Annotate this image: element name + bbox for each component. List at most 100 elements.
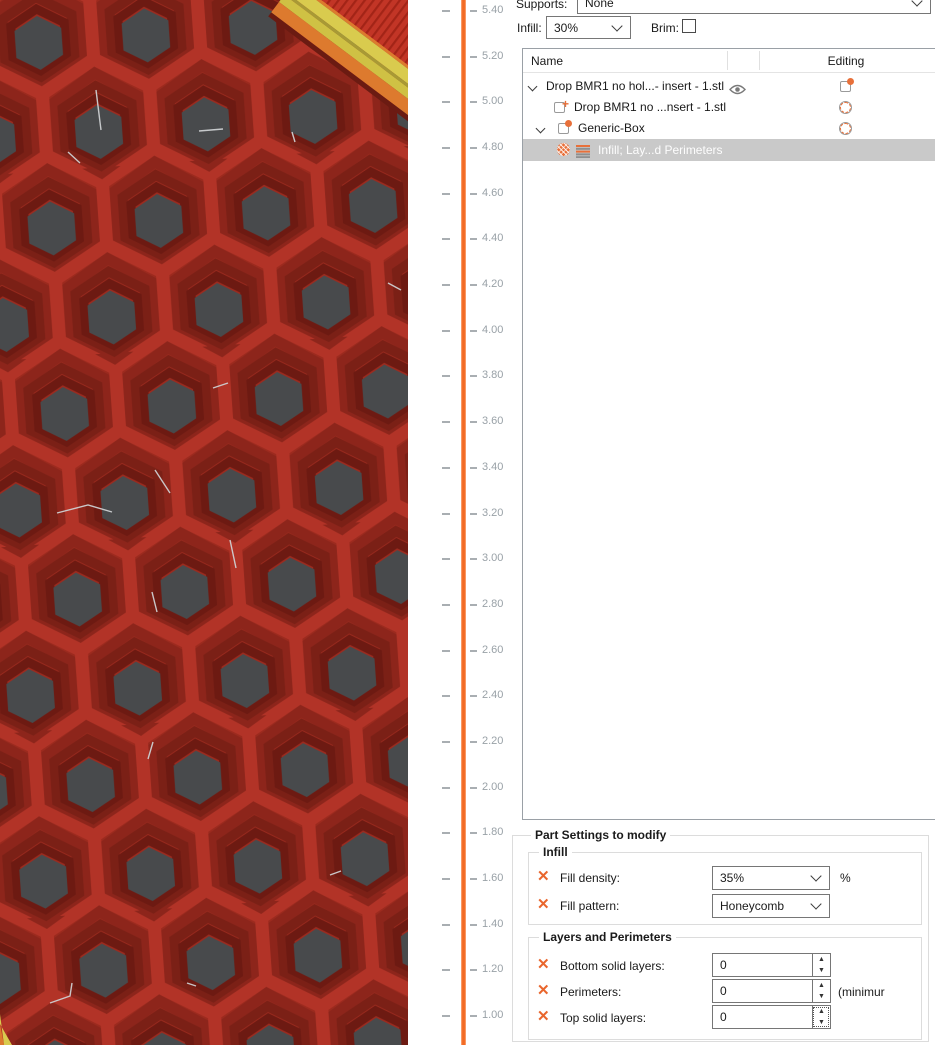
slider-tick[interactable]: 1.20 <box>0 963 510 977</box>
tick-mark-right <box>470 467 477 469</box>
slider-tick[interactable]: 1.40 <box>0 918 510 932</box>
tick-mark-right <box>470 101 477 103</box>
tick-mark-left <box>442 10 450 12</box>
slider-tick[interactable]: 3.60 <box>0 415 510 429</box>
part-settings-title: Part Settings to modify <box>531 828 671 842</box>
tick-label: 5.20 <box>482 50 504 62</box>
supports-label: Supports: <box>516 0 568 11</box>
tick-mark-right <box>470 558 477 560</box>
arrow-up-icon[interactable]: ▲ <box>813 980 830 991</box>
arrow-up-icon[interactable]: ▲ <box>813 1006 830 1017</box>
slider-tick[interactable]: 3.00 <box>0 552 510 566</box>
tick-label: 2.20 <box>482 735 504 747</box>
slider-tick[interactable]: 1.80 <box>0 826 510 840</box>
top-solid-layers-label: Top solid layers: <box>560 1011 647 1025</box>
column-separator <box>727 51 728 70</box>
3d-viewport[interactable] <box>0 0 408 1045</box>
remove-setting-icon[interactable]: ✕ <box>537 869 553 885</box>
name-column-header: Name <box>531 54 564 68</box>
remove-setting-icon[interactable]: ✕ <box>537 957 553 973</box>
stepper-arrows: ▲ ▼ <box>812 1006 830 1028</box>
bottom-solid-layers-label: Bottom solid layers: <box>560 959 665 973</box>
slider-tick[interactable]: 3.80 <box>0 369 510 383</box>
slider-tick[interactable]: 2.80 <box>0 598 510 612</box>
tick-mark-right <box>470 421 477 423</box>
tick-label: 4.80 <box>482 141 504 153</box>
slider-tick[interactable]: 4.80 <box>0 141 510 155</box>
tick-label: 4.20 <box>482 278 504 290</box>
slider-tick[interactable]: 1.00 <box>0 1009 510 1023</box>
tick-mark-right <box>470 284 477 286</box>
infill-dropdown[interactable]: 30% <box>546 16 631 39</box>
tick-label: 3.60 <box>482 415 504 427</box>
slider-tick[interactable]: 2.00 <box>0 781 510 795</box>
tick-label: 3.80 <box>482 369 504 381</box>
slider-tick[interactable]: 4.00 <box>0 324 510 338</box>
tree-row-label: Drop BMR1 no hol...- insert - 1.stl <box>546 79 725 93</box>
tick-label: 5.40 <box>482 4 504 16</box>
tree-row-modifier[interactable]: Generic-Box <box>523 118 935 139</box>
object-settings-icon[interactable] <box>840 78 854 92</box>
fill-density-dropdown[interactable]: 35% <box>712 866 830 890</box>
slider-tick[interactable]: 1.60 <box>0 872 510 886</box>
tree-row-part[interactable]: Drop BMR1 no ...nsert - 1.stl <box>523 94 935 118</box>
gear-icon[interactable] <box>839 101 852 114</box>
arrow-down-icon[interactable]: ▼ <box>813 965 830 976</box>
tick-mark-left <box>442 969 450 971</box>
editing-column-header: Editing <box>827 54 865 68</box>
infill-label: Infill: <box>517 21 542 35</box>
stepper-arrows: ▲ ▼ <box>812 954 830 976</box>
remove-setting-icon[interactable]: ✕ <box>537 897 553 913</box>
tick-mark-right <box>470 604 477 606</box>
slider-tick[interactable]: 2.20 <box>0 735 510 749</box>
tick-mark-left <box>442 695 450 697</box>
part-icon <box>554 94 569 115</box>
arrow-down-icon[interactable]: ▼ <box>813 1017 830 1028</box>
gear-icon[interactable] <box>839 122 852 135</box>
fill-pattern-dropdown[interactable]: Honeycomb <box>712 894 830 918</box>
perimeters-stepper[interactable]: 0 ▲ ▼ <box>712 979 831 1003</box>
tick-label: 1.20 <box>482 963 504 975</box>
tick-label: 4.60 <box>482 187 504 199</box>
slider-tick[interactable]: 3.20 <box>0 507 510 521</box>
tick-mark-left <box>442 56 450 58</box>
slider-tick[interactable]: 5.00 <box>0 95 510 109</box>
tick-label: 1.00 <box>482 1009 504 1021</box>
slider-tick[interactable]: 3.40 <box>0 461 510 475</box>
slider-tick[interactable]: 5.40 <box>0 4 510 18</box>
bottom-solid-layers-stepper[interactable]: 0 ▲ ▼ <box>712 953 831 977</box>
chevron-down-icon[interactable] <box>535 123 546 134</box>
top-solid-layers-stepper[interactable]: 0 ▲ ▼ <box>712 1005 831 1029</box>
tick-mark-left <box>442 787 450 789</box>
slider-tick[interactable]: 4.20 <box>0 278 510 292</box>
tick-mark-left <box>442 924 450 926</box>
slider-tick[interactable]: 2.40 <box>0 689 510 703</box>
brim-checkbox[interactable] <box>682 19 696 33</box>
tick-label: 3.40 <box>482 461 504 473</box>
tick-label: 4.40 <box>482 232 504 244</box>
layers-icon <box>576 143 590 165</box>
arrow-up-icon[interactable]: ▲ <box>813 954 830 965</box>
slider-tick[interactable]: 2.60 <box>0 644 510 658</box>
object-tree[interactable]: Name Editing Drop BMR1 no hol...- insert… <box>522 48 935 820</box>
slider-tick[interactable]: 5.20 <box>0 50 510 64</box>
slider-tick[interactable]: 4.60 <box>0 187 510 201</box>
modifier-box-icon <box>558 120 572 134</box>
tick-mark-right <box>470 513 477 515</box>
honeycomb-infill-render <box>0 0 408 1045</box>
slider-tick[interactable]: 4.40 <box>0 232 510 246</box>
tick-mark-right <box>470 56 477 58</box>
slicer-window: 5.40 5.20 5.00 4.80 4.60 4.40 4.20 4.00 3.80 3.60… <box>0 0 935 1045</box>
tree-row-settings-selected[interactable]: Infill; Lay...d Perimeters <box>523 139 935 161</box>
remove-setting-icon[interactable]: ✕ <box>537 1009 553 1025</box>
supports-dropdown[interactable]: None <box>577 0 931 14</box>
tree-row-object[interactable]: Drop BMR1 no hol...- insert - 1.stl <box>523 76 935 97</box>
layer-slider-bar[interactable] <box>461 0 466 1045</box>
tick-mark-left <box>442 101 450 103</box>
chevron-down-icon[interactable] <box>527 81 538 92</box>
remove-setting-icon[interactable]: ✕ <box>537 983 553 999</box>
arrow-down-icon[interactable]: ▼ <box>813 991 830 1002</box>
tick-mark-left <box>442 330 450 332</box>
tick-mark-left <box>442 147 450 149</box>
tick-mark-left <box>442 193 450 195</box>
